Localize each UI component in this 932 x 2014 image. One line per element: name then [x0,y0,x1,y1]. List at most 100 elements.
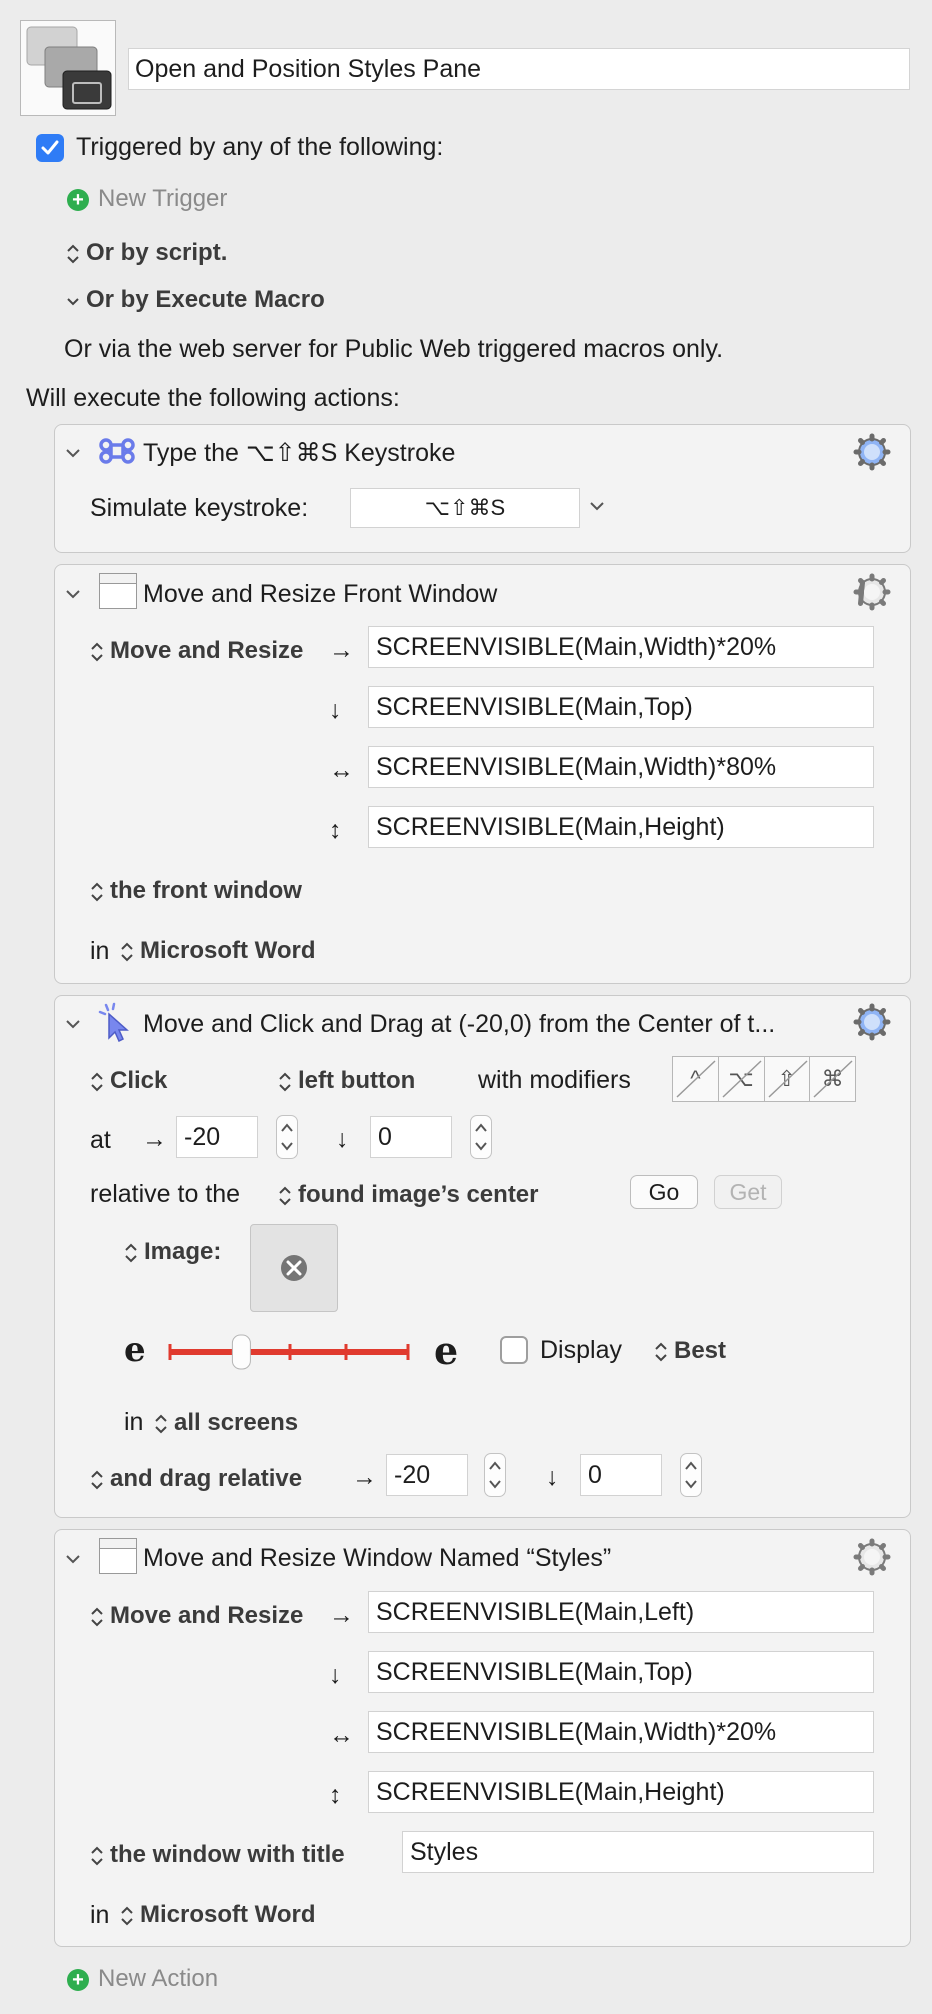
up-down-chevron-icon [279,1072,291,1092]
get-button[interactable]: Get [714,1175,782,1209]
right-arrow-icon: → [329,1601,354,1629]
click-type-select[interactable]: Click [90,1067,167,1095]
or-by-script-label: Or by script. [86,239,228,266]
horizontal-arrow-icon: ↔ [329,1721,354,1749]
clear-image-icon[interactable] [251,1225,337,1311]
up-down-chevron-icon [121,942,133,962]
styles-top-field[interactable]: SCREENVISIBLE(Main,Top) [368,1651,874,1693]
slash-icon [676,1060,716,1098]
drag-y-stepper[interactable] [680,1453,702,1497]
display-label: Display [540,1336,622,1364]
vertical-arrow-icon: ↕ [329,1781,342,1809]
best-select[interactable]: Best [654,1337,726,1365]
height-field[interactable]: SCREENVISIBLE(Main,Height) [368,806,874,848]
up-down-chevron-icon [91,1072,103,1092]
styles-app-label: Microsoft Word [140,1901,316,1928]
screens-label: all screens [174,1409,299,1436]
screens-select[interactable]: all screens [154,1409,298,1437]
gear-icon[interactable] [852,572,892,612]
collapse-chevron-icon[interactable] [64,447,82,459]
gear-icon[interactable] [852,432,892,472]
macro-title-input[interactable]: Open and Position Styles Pane [128,48,910,90]
click-y-field[interactable]: 0 [370,1116,452,1158]
stepper-arrows-icon [475,1123,487,1151]
or-by-execute-macro-toggle[interactable]: Or by Execute Macro [66,286,325,314]
drag-x-stepper[interactable] [484,1453,506,1497]
click-type-label: Click [110,1067,168,1094]
simulate-keystroke-label: Simulate keystroke: [90,494,309,522]
right-arrow-icon: → [142,1125,167,1153]
new-trigger-button[interactable]: New Trigger [98,185,227,213]
new-trigger-plus-icon[interactable]: + [67,189,89,211]
stacked-windows-icon [26,26,112,110]
styles-height-field[interactable]: SCREENVISIBLE(Main,Height) [368,1771,874,1813]
drag-mode-select[interactable]: and drag relative [90,1465,302,1493]
collapse-chevron-icon[interactable] [64,1553,82,1565]
macro-icon[interactable] [20,20,116,116]
click-x-field[interactable]: -20 [176,1116,258,1158]
new-action-plus-icon[interactable]: + [67,1969,89,1991]
styles-app-select[interactable]: Microsoft Word [120,1901,316,1929]
left-position-field[interactable]: SCREENVISIBLE(Main,Width)*20% [368,626,874,668]
window-icon [99,573,137,609]
shift-modifier-toggle[interactable]: ⇧ [765,1057,811,1101]
top-position-field[interactable]: SCREENVISIBLE(Main,Top) [368,686,874,728]
window-icon [99,1538,137,1574]
styles-width-field[interactable]: SCREENVISIBLE(Main,Width)*20% [368,1711,874,1753]
up-down-chevron-icon [91,1846,103,1866]
up-down-chevron-icon [121,1906,133,1926]
best-label: Best [674,1337,727,1364]
front-window-target-select[interactable]: the front window [90,877,302,905]
window-target-select[interactable]: the window with title [90,1841,345,1869]
window-title-field[interactable]: Styles [402,1831,874,1873]
click-x-stepper[interactable] [276,1115,298,1159]
will-execute-label: Will execute the following actions: [26,384,400,412]
go-button[interactable]: Go [630,1175,698,1209]
move-resize-mode-label: Move and Resize [110,637,304,664]
new-action-button[interactable]: New Action [98,1965,218,1993]
vertical-arrow-icon: ↕ [329,816,342,844]
up-down-chevron-icon [91,1607,103,1627]
image-source-select[interactable]: Image: [124,1238,221,1266]
relative-target-label: found image’s center [298,1181,539,1208]
mouse-button-select[interactable]: left button [278,1067,415,1095]
down-arrow-icon: ↓ [329,1661,342,1689]
chevron-down-icon[interactable] [588,500,606,512]
width-field[interactable]: SCREENVISIBLE(Main,Width)*80% [368,746,874,788]
command-modifier-toggle[interactable]: ⌘ [810,1057,855,1101]
styles-move-resize-mode-select[interactable]: Move and Resize [90,1602,303,1630]
styles-move-resize-mode-label: Move and Resize [110,1602,304,1629]
drag-mode-label: and drag relative [110,1465,303,1492]
up-down-chevron-icon [91,642,103,662]
option-modifier-toggle[interactable]: ⌥ [719,1057,765,1101]
fuzz-slider[interactable] [168,1332,414,1372]
up-down-chevron-icon [125,1243,137,1263]
or-by-script-toggle[interactable]: Or by script. [66,239,227,267]
move-resize-mode-select[interactable]: Move and Resize [90,637,303,665]
collapse-chevron-icon[interactable] [64,588,82,600]
image-well[interactable] [250,1224,338,1312]
mouse-button-label: left button [298,1067,416,1094]
keystroke-field[interactable]: ⌥⇧⌘S [350,488,580,528]
up-down-chevron-icon [91,1470,103,1490]
control-modifier-toggle[interactable]: ^ [673,1057,719,1101]
gear-icon[interactable] [852,1002,892,1042]
relative-target-select[interactable]: found image’s center [278,1181,539,1209]
mouse-click-icon [98,1002,129,1042]
display-checkbox[interactable] [500,1336,528,1364]
triggered-checkbox[interactable] [36,134,64,162]
fuzz-high-glyph: e [434,1328,459,1373]
at-label: at [90,1126,111,1154]
drag-x-field[interactable]: -20 [386,1454,468,1496]
styles-window-action-title: Move and Resize Window Named “Styles” [143,1544,612,1572]
drag-y-field[interactable]: 0 [580,1454,662,1496]
modifier-keys-group[interactable]: ^ ⌥ ⇧ ⌘ [672,1056,856,1102]
app-select[interactable]: Microsoft Word [120,937,316,965]
styles-left-field[interactable]: SCREENVISIBLE(Main,Left) [368,1591,874,1633]
fuzz-slider-thumb[interactable] [231,1334,251,1370]
in-label: in [124,1408,144,1436]
click-y-stepper[interactable] [470,1115,492,1159]
collapse-chevron-icon[interactable] [64,1018,82,1030]
in-label: in [90,937,110,965]
gear-icon[interactable] [852,1537,892,1577]
